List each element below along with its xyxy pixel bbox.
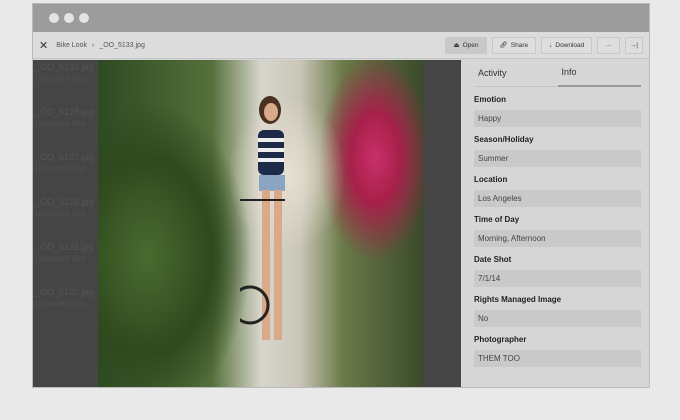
- file-name: _OO_5128.jpg: [35, 107, 94, 117]
- season-field[interactable]: Summer: [474, 150, 641, 167]
- photographer-field[interactable]: THEM TOO: [474, 350, 641, 367]
- more-button[interactable]: ···: [597, 36, 620, 54]
- download-icon: ↓: [549, 41, 553, 49]
- photo-preview: [98, 60, 424, 387]
- emotion-field[interactable]: Happy: [474, 110, 641, 127]
- tab-activity[interactable]: Activity: [474, 68, 558, 78]
- file-list: _OO_5133.jpg Uploaded Sep _OO_5128.jpg Upl…: [33, 60, 98, 387]
- download-button[interactable]: ↓ Download: [541, 36, 593, 54]
- breadcrumb-file: _OO_5133.jpg: [99, 41, 145, 49]
- list-item[interactable]: _OO_5128.jpg Uploaded Sep: [33, 105, 98, 150]
- close-icon[interactable]: ✕: [39, 39, 48, 52]
- file-name: _OO_5126.jpg: [35, 197, 94, 207]
- field-label: Date Shot: [474, 255, 512, 264]
- list-item[interactable]: _OO_5127.jpg Uploaded Sep: [33, 150, 98, 195]
- field-label: Emotion: [474, 95, 506, 104]
- file-sub: Uploaded Sep: [35, 254, 86, 263]
- date-shot-field[interactable]: 7/1/14: [474, 270, 641, 287]
- breadcrumb-separator: ›: [91, 41, 95, 49]
- file-sub: Uploaded Sep: [35, 74, 86, 83]
- window-close-dot[interactable]: [49, 13, 59, 23]
- list-item[interactable]: _OO_5121.jpg Uploaded Sep: [33, 240, 98, 285]
- window-minimize-dot[interactable]: [64, 13, 74, 23]
- rights-managed-field[interactable]: No: [474, 310, 641, 327]
- file-sub: Uploaded Sep: [35, 299, 86, 308]
- file-name: _OO_5120.jpg: [35, 287, 94, 297]
- file-name: _OO_5133.jpg: [35, 62, 94, 72]
- app-window: ✕ Bike Look › _OO_5133.jpg ⏏ Open 🔗︎ Share…: [32, 3, 650, 388]
- field-label: Time of Day: [474, 215, 520, 224]
- window-maximize-dot[interactable]: [79, 13, 89, 23]
- list-item[interactable]: _OO_5120.jpg Uploaded Sep: [33, 285, 98, 330]
- list-item[interactable]: _OO_5126.jpg Uploaded Sep: [33, 195, 98, 240]
- tab-info[interactable]: Info: [557, 60, 641, 87]
- collapse-panel-button[interactable]: →|: [624, 36, 643, 54]
- file-name: _OO_5121.jpg: [35, 242, 94, 252]
- breadcrumb-parent[interactable]: Bike Look: [56, 42, 87, 49]
- list-item[interactable]: _OO_5133.jpg Uploaded Sep: [33, 60, 98, 105]
- file-sub: Uploaded Sep: [35, 119, 86, 128]
- location-field[interactable]: Los Angeles: [474, 190, 641, 207]
- share-label: Share: [510, 41, 529, 49]
- field-label: Photographer: [474, 335, 527, 344]
- field-label: Location: [474, 175, 508, 184]
- photo-letterbox: [424, 60, 461, 387]
- info-panel: Activity Info Emotion Happy Season/Holida…: [461, 60, 649, 387]
- toolbar: ✕ Bike Look › _OO_5133.jpg ⏏ Open 🔗︎ Share…: [33, 32, 649, 59]
- open-label: Open: [462, 41, 479, 49]
- open-button[interactable]: ⏏ Open: [445, 36, 487, 54]
- share-button[interactable]: 🔗︎ Share: [491, 36, 537, 54]
- file-name: _OO_5127.jpg: [35, 152, 94, 162]
- field-label: Rights Managed Image: [474, 295, 562, 304]
- link-icon: 🔗︎: [499, 42, 508, 49]
- open-icon: ⏏: [453, 42, 460, 49]
- field-label: Season/Holiday: [474, 135, 534, 144]
- download-label: Download: [555, 41, 585, 49]
- time-of-day-field[interactable]: Morning, Afternoon: [474, 230, 641, 247]
- file-sub: Uploaded Sep: [35, 164, 86, 173]
- person-with-bike-figure: [240, 96, 285, 340]
- file-sub: Uploaded Sep: [35, 209, 86, 218]
- title-bar: [33, 4, 649, 32]
